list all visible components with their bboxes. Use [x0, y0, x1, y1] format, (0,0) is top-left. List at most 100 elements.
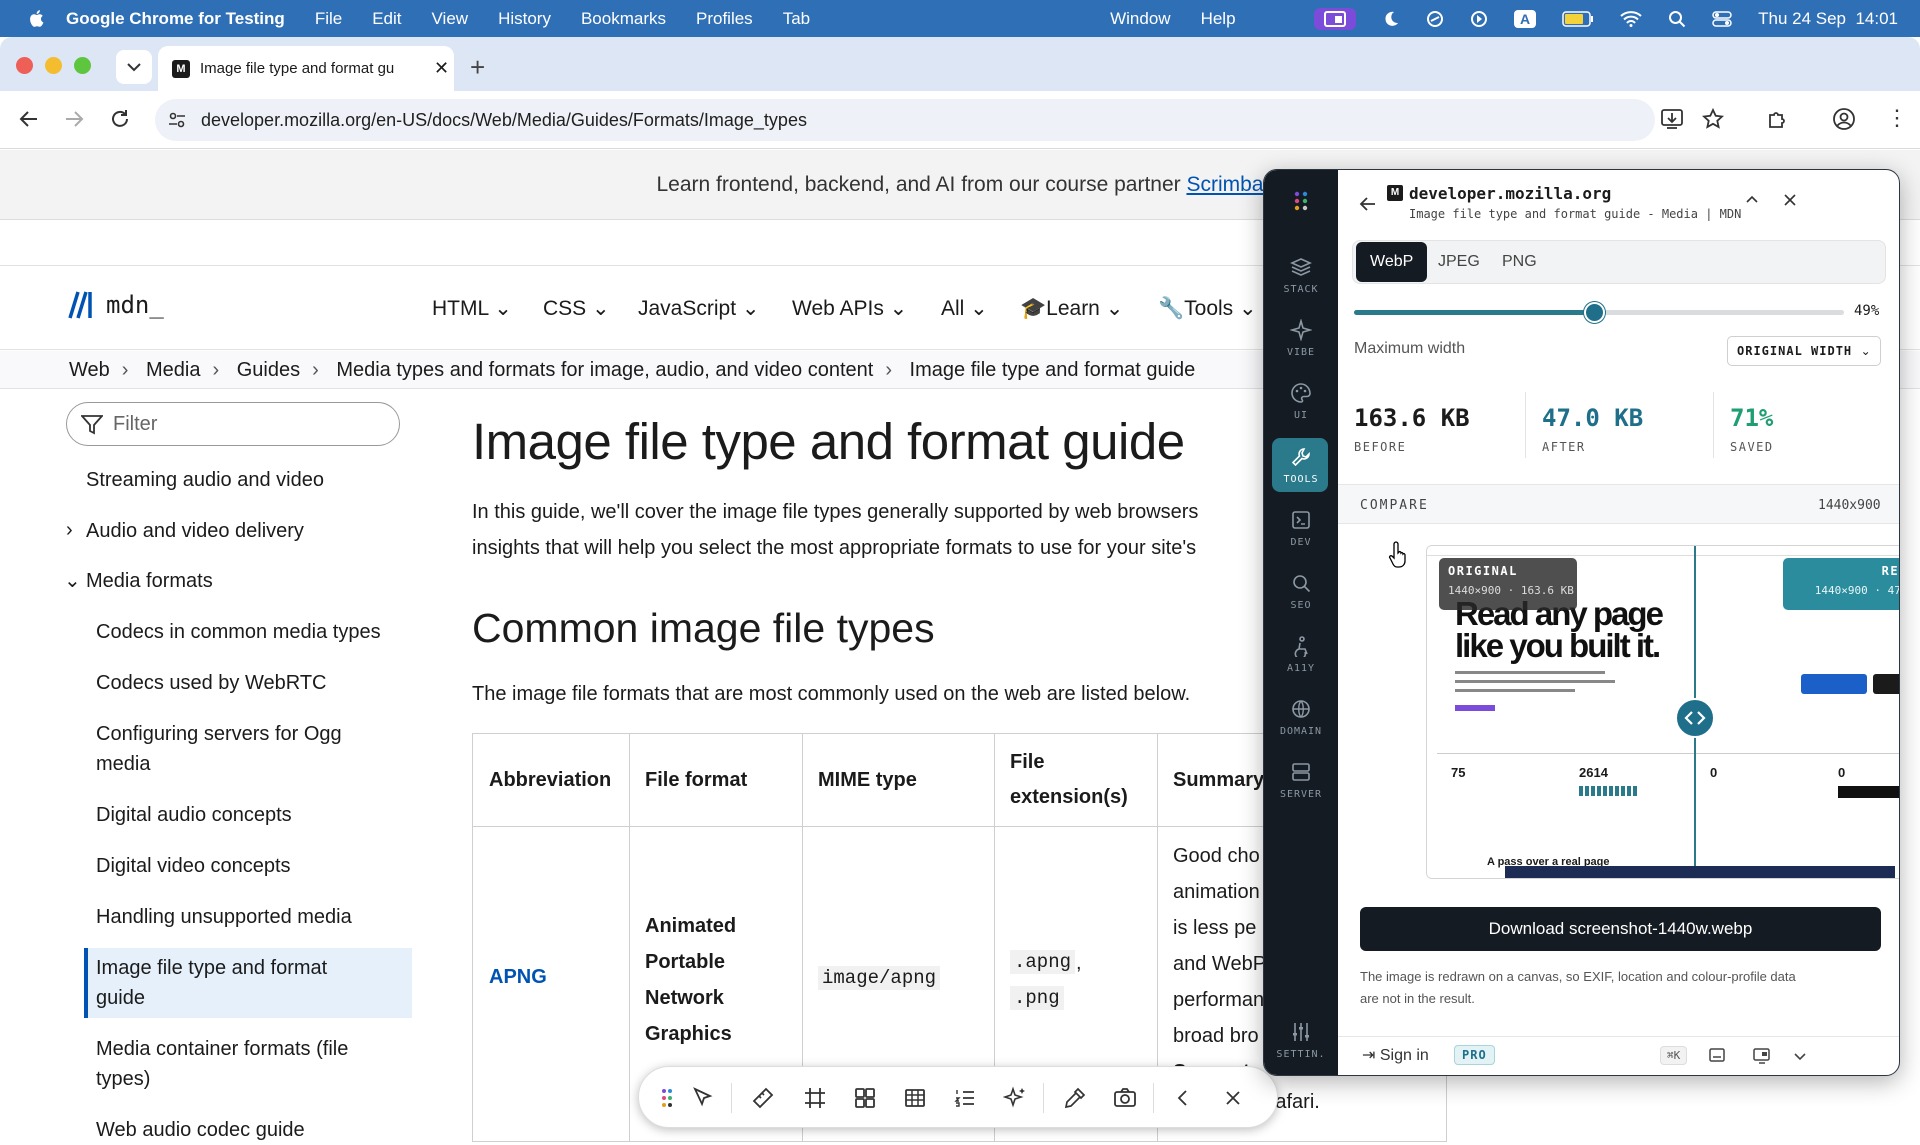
menubar-clock[interactable]: Thu 24 Sep 14:01 — [1758, 9, 1898, 29]
sidebar-item[interactable]: Media formats — [86, 566, 213, 596]
format-tab-webp[interactable]: WebP — [1356, 242, 1428, 282]
wifi-icon[interactable] — [1620, 10, 1642, 27]
install-app-icon[interactable] — [1660, 108, 1684, 130]
menu-help[interactable]: Help — [1201, 9, 1236, 29]
nav-web-apis[interactable]: Web APIs ⌄ — [792, 296, 907, 321]
tab-search-button[interactable] — [116, 50, 152, 84]
input-source-icon[interactable]: A — [1513, 9, 1537, 28]
breadcrumb-item[interactable]: Media types and formats for image, audio… — [336, 359, 873, 381]
tab-close-icon[interactable]: ✕ — [434, 58, 449, 79]
breadcrumb-item[interactable]: Image file type and format guide — [910, 359, 1196, 381]
nav-tools[interactable]: 🔧Tools ⌄ — [1158, 296, 1257, 321]
menu-profiles[interactable]: Profiles — [696, 9, 753, 29]
table-icon[interactable] — [903, 1086, 927, 1110]
menu-bookmarks[interactable]: Bookmarks — [581, 9, 666, 29]
eyedropper-icon[interactable] — [1063, 1086, 1087, 1110]
apple-icon[interactable] — [28, 9, 44, 28]
menu-window[interactable]: Window — [1110, 9, 1170, 29]
menubar-app-name[interactable]: Google Chrome for Testing — [66, 9, 285, 29]
chevron-down-icon[interactable] — [1792, 1048, 1808, 1064]
format-tab-png[interactable]: PNG — [1488, 242, 1551, 282]
menu-view[interactable]: View — [432, 9, 469, 29]
chevron-right-icon[interactable]: › — [66, 515, 73, 545]
breadcrumb-item[interactable]: Web — [69, 359, 110, 381]
table-cell-link[interactable]: APNG — [489, 966, 547, 989]
window-minimize-button[interactable] — [45, 57, 62, 74]
menu-file[interactable]: File — [315, 9, 342, 29]
back-button[interactable] — [18, 108, 40, 130]
screen-share-icon[interactable] — [1313, 7, 1356, 30]
download-button[interactable]: Download screenshot-1440w.webp — [1360, 907, 1881, 951]
site-info-icon[interactable] — [167, 110, 187, 130]
sidebar-item[interactable]: Media container formats (file — [96, 1034, 348, 1064]
rail-item-a11y[interactable]: A11Y — [1264, 635, 1338, 674]
frame-grid-icon[interactable] — [803, 1086, 827, 1110]
window-zoom-button[interactable] — [74, 57, 91, 74]
window-close-button[interactable] — [16, 57, 33, 74]
menu-tab[interactable]: Tab — [783, 9, 810, 29]
sync-icon[interactable] — [1426, 10, 1444, 28]
nav-learn[interactable]: 🎓Learn ⌄ — [1020, 296, 1123, 321]
nav-all[interactable]: All ⌄ — [941, 296, 988, 321]
rail-item-tools[interactable]: TOOLS — [1264, 446, 1338, 485]
sidebar-item[interactable]: Codecs used by WebRTC — [96, 668, 326, 698]
rail-item-seo[interactable]: SEO — [1264, 572, 1338, 611]
sidebar-item-cont[interactable]: media — [96, 749, 150, 779]
panel-back-icon[interactable] — [1358, 194, 1378, 214]
ruler-icon[interactable] — [751, 1086, 775, 1110]
profile-avatar-icon[interactable] — [1832, 107, 1856, 131]
chevron-left-icon[interactable] — [1171, 1086, 1195, 1110]
nav-html[interactable]: HTML ⌄ — [432, 296, 512, 321]
rail-item-dev[interactable]: DEV — [1264, 509, 1338, 548]
layout-grid-icon[interactable] — [853, 1086, 877, 1110]
extension-logo-icon[interactable] — [1290, 190, 1312, 212]
sidebar-item[interactable]: Configuring servers for Ogg — [96, 719, 342, 749]
sidebar-item[interactable]: Digital audio concepts — [96, 800, 292, 830]
extensions-puzzle-icon[interactable] — [1766, 107, 1790, 131]
chevron-down-icon[interactable]: ⌄ — [64, 566, 81, 596]
popout-window-icon[interactable] — [1752, 1046, 1772, 1064]
sidebar-item-active[interactable]: Image file type and format — [96, 953, 327, 983]
sidebar-item[interactable]: Digital video concepts — [96, 851, 291, 881]
menu-history[interactable]: History — [498, 9, 551, 29]
quality-slider-thumb[interactable] — [1584, 302, 1606, 323]
sidebar-item-cont[interactable]: types) — [96, 1064, 150, 1094]
mdn-logo[interactable]: mdn_ — [68, 290, 164, 320]
control-center-icon[interactable] — [1712, 10, 1732, 28]
camera-icon[interactable] — [1113, 1086, 1137, 1110]
sidebar-layout-icon[interactable] — [1708, 1046, 1726, 1064]
nav-css[interactable]: CSS ⌄ — [543, 296, 610, 321]
reload-button[interactable] — [109, 108, 131, 130]
nav-javascript[interactable]: JavaScript ⌄ — [638, 296, 759, 321]
rail-item-server[interactable]: SERVER — [1264, 761, 1338, 800]
battery-icon[interactable] — [1562, 10, 1594, 27]
rail-item-domain[interactable]: DOMAIN — [1264, 698, 1338, 737]
signin-link[interactable]: ⇥ Sign in — [1362, 1045, 1429, 1065]
compare-drag-handle[interactable] — [1675, 698, 1715, 738]
moon-icon[interactable] — [1382, 10, 1400, 28]
shortcut-badge[interactable]: ⌘K — [1660, 1046, 1688, 1065]
browser-tab-active[interactable]: M Image file type and format gu ✕ — [158, 46, 454, 91]
pro-badge[interactable]: PRO — [1454, 1045, 1495, 1065]
rail-item-vibe[interactable]: VIBE — [1264, 319, 1338, 358]
rail-item-settings[interactable]: SETTIN. — [1264, 1021, 1338, 1060]
spotlight-search-icon[interactable] — [1668, 10, 1686, 28]
address-bar[interactable]: developer.mozilla.org/en-US/docs/Web/Med… — [155, 99, 1655, 141]
menu-edit[interactable]: Edit — [372, 9, 401, 29]
promo-banner-link[interactable]: Scrimba — [1186, 173, 1263, 196]
collapse-chevron-up-icon[interactable] — [1744, 192, 1760, 208]
new-tab-button[interactable]: + — [470, 52, 485, 83]
breadcrumb-item[interactable]: Guides — [237, 359, 300, 381]
play-icon[interactable] — [1470, 10, 1488, 28]
chrome-menu-icon[interactable]: ⋮ — [1886, 106, 1908, 130]
max-width-select[interactable]: ORIGINAL WIDTH ⌄ — [1727, 336, 1881, 366]
bookmark-star-icon[interactable] — [1702, 108, 1724, 130]
quality-slider-track[interactable] — [1354, 302, 1844, 323]
rail-item-stack[interactable]: STACK — [1264, 256, 1338, 295]
rail-item-ui[interactable]: UI — [1264, 382, 1338, 421]
ordered-list-icon[interactable] — [953, 1086, 977, 1110]
sidebar-item[interactable]: Audio and video delivery — [86, 516, 304, 546]
sparkles-icon[interactable] — [1003, 1086, 1027, 1110]
sidebar-filter-input[interactable]: Filter — [66, 402, 400, 446]
sidebar-item[interactable]: Streaming audio and video — [86, 465, 324, 495]
